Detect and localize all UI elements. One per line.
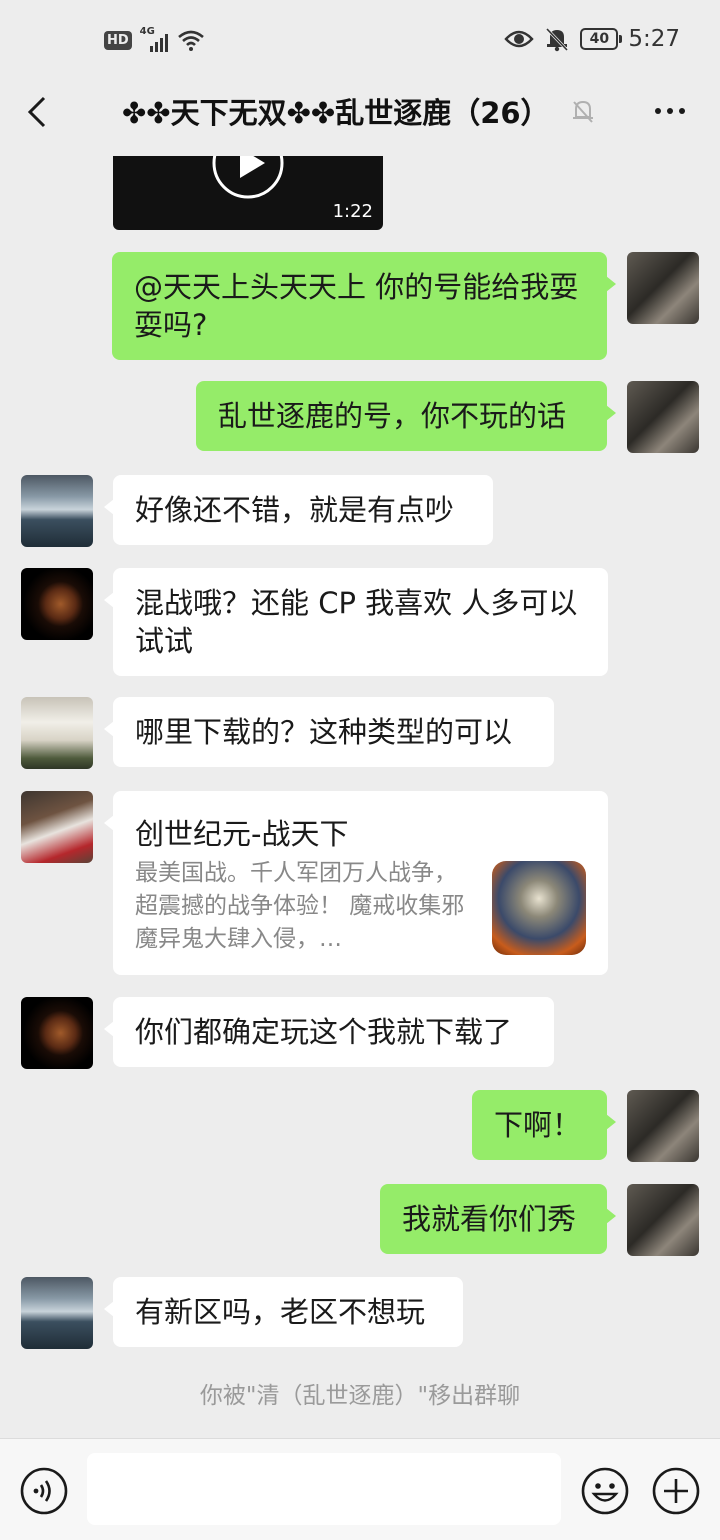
avatar-self[interactable]	[627, 252, 699, 324]
video-duration: 1:22	[332, 201, 373, 222]
message-bubble-other[interactable]: 混战哦？还能 CP 我喜欢 人多可以试试	[104, 568, 608, 676]
avatar-member[interactable]	[21, 475, 93, 547]
card-title: 创世纪元-战天下	[135, 817, 349, 851]
status-left: HD 4G	[104, 26, 206, 52]
signal-icon: 4G	[140, 26, 168, 52]
message-input[interactable]	[87, 1453, 561, 1525]
message-bubble-self[interactable]: 下啊！	[472, 1090, 616, 1160]
chat-title: ✤✤天下无双✤✤乱世逐鹿（26）	[122, 90, 572, 132]
avatar-member[interactable]	[21, 1277, 93, 1349]
message-bubble-other[interactable]: 你们都确定玩这个我就下载了	[104, 997, 554, 1067]
group-name: ✤✤天下无双✤✤乱世逐鹿	[122, 96, 452, 130]
member-count: （26）	[451, 96, 550, 130]
hd-badge: HD	[104, 30, 132, 50]
more-dots-icon[interactable]	[650, 96, 690, 126]
avatar-member[interactable]	[21, 568, 93, 640]
emoji-icon[interactable]	[581, 1467, 629, 1515]
clock: 5:27	[628, 26, 680, 52]
message-bubble-other[interactable]: 有新区吗，老区不想玩	[104, 1277, 463, 1347]
mute-bell-icon	[573, 100, 593, 123]
input-bar	[0, 1438, 720, 1540]
message-bubble-self[interactable]: 我就看你们秀	[380, 1184, 616, 1254]
battery-icon: 40	[580, 28, 623, 50]
mini-program-card[interactable]: 创世纪元-战天下 最美国战。千人军团万人战争，超震撼的战争体验！ 魔戒收集邪魔异…	[104, 791, 608, 975]
avatar-self[interactable]	[627, 1090, 699, 1162]
chat-area[interactable]: 1:22 @天天上头天天上 你的号能给我耍耍吗? 乱世逐鹿的号，你不玩的话 好像…	[0, 156, 720, 1438]
plus-icon[interactable]	[652, 1467, 700, 1515]
chat-header: ✤✤天下无双✤✤乱世逐鹿（26）	[0, 80, 720, 156]
play-icon[interactable]	[211, 156, 285, 200]
avatar-self[interactable]	[627, 1184, 699, 1256]
video-message[interactable]: 1:22	[113, 156, 383, 230]
message-bubble-self[interactable]: @天天上头天天上 你的号能给我耍耍吗?	[112, 252, 616, 360]
message-bubble-other[interactable]: 好像还不错，就是有点吵	[104, 475, 493, 545]
avatar-member[interactable]	[21, 997, 93, 1069]
back-arrow-icon[interactable]	[18, 92, 58, 132]
card-description: 最美国战。千人军团万人战争，超震撼的战争体验！ 魔戒收集邪魔异鬼大肆入侵，…	[135, 860, 465, 952]
message-bubble-other[interactable]: 哪里下载的？这种类型的可以	[104, 697, 554, 767]
message-bubble-self[interactable]: 乱世逐鹿的号，你不玩的话	[196, 381, 616, 451]
avatar-member[interactable]	[21, 697, 93, 769]
avatar-member[interactable]	[21, 791, 93, 863]
status-bar: HD 4G 40 5:27	[0, 0, 720, 80]
eye-icon	[504, 30, 534, 48]
voice-icon[interactable]	[20, 1467, 68, 1515]
system-message: 你被"清（乱世逐鹿）"移出群聊	[199, 1383, 521, 1409]
status-right: 40 5:27	[504, 26, 680, 52]
bell-off-icon	[546, 27, 569, 52]
avatar-self[interactable]	[627, 381, 699, 453]
game-icon	[492, 861, 586, 955]
wifi-icon	[177, 30, 204, 51]
